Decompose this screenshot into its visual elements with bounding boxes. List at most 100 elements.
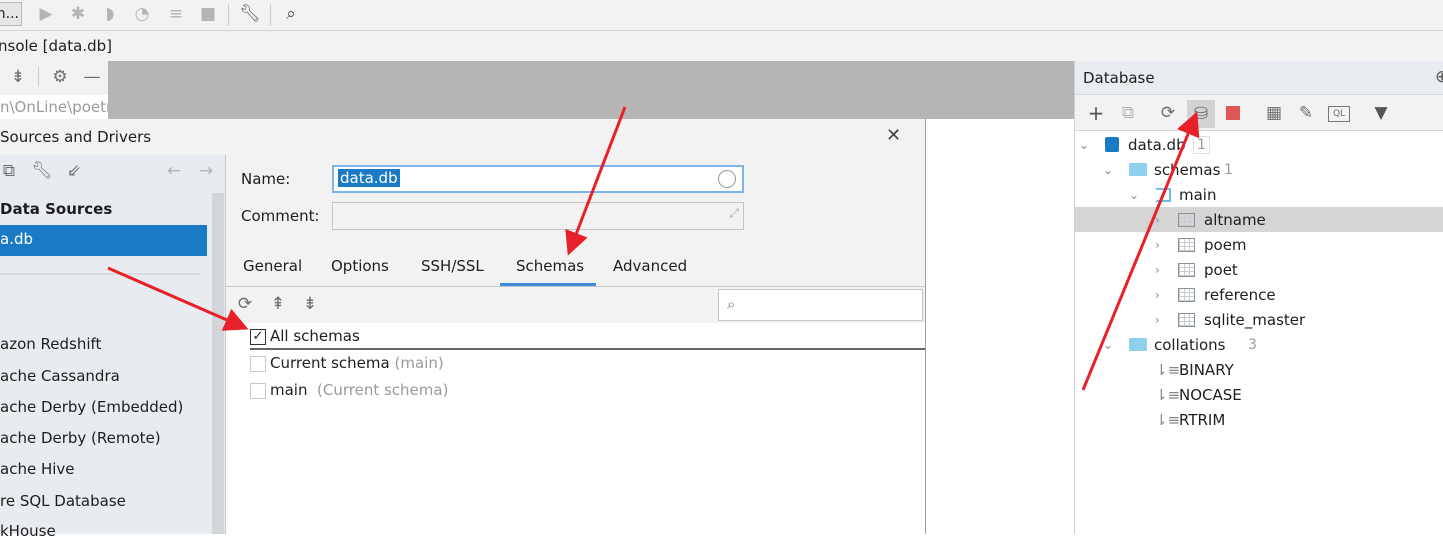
- expand-all-icon[interactable]: ⇞: [268, 294, 288, 314]
- tree-node-table[interactable]: › poem: [1075, 232, 1443, 257]
- stop-icon[interactable]: [1226, 106, 1240, 120]
- checkbox-checked[interactable]: ✓: [250, 328, 266, 345]
- driver-item[interactable]: ache Hive: [0, 460, 75, 478]
- schema-item-all[interactable]: ✓ All schemas: [250, 327, 360, 345]
- minimize-icon[interactable]: —: [82, 67, 102, 87]
- run-list-icon[interactable]: ≡: [166, 3, 186, 25]
- run-config-button[interactable]: n...: [0, 2, 22, 26]
- expand-icon[interactable]: ⤢: [729, 206, 739, 221]
- refresh-icon[interactable]: ⟳: [235, 294, 255, 314]
- table-icon: [1178, 237, 1195, 252]
- driver-item[interactable]: ache Cassandra: [0, 367, 120, 385]
- driver-item[interactable]: ache Derby (Embedded): [0, 398, 183, 416]
- close-icon[interactable]: ✕: [886, 125, 901, 146]
- schema-label: All schemas: [270, 327, 360, 345]
- table-icon: [1178, 212, 1195, 227]
- checkbox[interactable]: [250, 355, 266, 372]
- driver-item[interactable]: ache Derby (Remote): [0, 429, 161, 447]
- tab-advanced[interactable]: Advanced: [613, 257, 687, 275]
- copy-icon[interactable]: ⧉: [0, 161, 18, 181]
- run-icon[interactable]: ▶: [36, 3, 56, 25]
- search-icon[interactable]: ⌕: [280, 3, 302, 25]
- tree-node-table[interactable]: › sqlite_master: [1075, 307, 1443, 332]
- import-icon[interactable]: ⇙: [64, 161, 84, 181]
- schema-icon: [1155, 187, 1171, 202]
- tree-node-collation[interactable]: ⇂≡ NOCASE: [1075, 382, 1443, 407]
- node-label: reference: [1204, 285, 1276, 304]
- tree-node-table[interactable]: › poet: [1075, 257, 1443, 282]
- collapse-all-icon[interactable]: ⇟: [300, 294, 320, 314]
- node-label: schemas: [1154, 160, 1221, 179]
- debug-icon[interactable]: ✱: [68, 3, 88, 25]
- selection-underline: [250, 348, 925, 350]
- dialog-title: Sources and Drivers: [0, 128, 152, 146]
- node-count: 3: [1248, 336, 1257, 353]
- table-icon: [1178, 312, 1195, 327]
- coverage-icon[interactable]: ◗: [100, 3, 120, 25]
- table-icon: [1178, 262, 1195, 277]
- comment-field[interactable]: ⤢: [332, 202, 744, 230]
- table-icon[interactable]: ▦: [1263, 102, 1285, 124]
- services-panel: ⇟ ⚙ — n\OnLine\poetr: [0, 61, 108, 119]
- schema-hint: (main): [394, 354, 444, 372]
- filter-icon[interactable]: ▼: [1370, 102, 1392, 124]
- node-label: poet: [1204, 260, 1238, 279]
- forward-arrow-icon[interactable]: →: [196, 161, 216, 181]
- divider: [38, 67, 39, 87]
- data-sources-sidebar: ⧉ 🔧︎ ⇙ ← → Data Sources a.db azon Redshi…: [0, 155, 226, 540]
- wrench-icon[interactable]: 🔧︎: [31, 161, 53, 181]
- data-source-properties-icon[interactable]: ⛁: [1187, 100, 1215, 128]
- tree-node-collation[interactable]: ⇂≡ BINARY: [1075, 357, 1443, 382]
- data-sources-dialog: Sources and Drivers ✕ ⧉ 🔧︎ ⇙ ← → Data So…: [0, 119, 926, 540]
- path-text: n\OnLine\poetr: [0, 95, 108, 119]
- tab-ssh-ssl[interactable]: SSH/SSL: [421, 257, 484, 275]
- tree-node-collations[interactable]: ⌄ collations 3: [1075, 332, 1443, 357]
- name-value: data.db: [338, 169, 400, 187]
- section-header: Data Sources: [0, 200, 113, 218]
- driver-item[interactable]: kHouse: [0, 522, 56, 540]
- add-icon[interactable]: +: [1085, 101, 1107, 125]
- schema-label: Current schema: [270, 354, 390, 372]
- tab-schemas[interactable]: Schemas: [516, 257, 584, 275]
- name-label: Name:: [241, 170, 291, 188]
- tab-general[interactable]: General: [243, 257, 302, 275]
- name-field[interactable]: data.db: [332, 165, 744, 193]
- scrollbar[interactable]: [212, 193, 224, 534]
- copy-icon[interactable]: ⧉: [1117, 102, 1139, 124]
- driver-item[interactable]: re SQL Database: [0, 492, 126, 510]
- tree-node-table[interactable]: › reference: [1075, 282, 1443, 307]
- table-icon: [1178, 287, 1195, 302]
- gear-icon[interactable]: ⚙: [50, 67, 70, 87]
- schema-item-main[interactable]: main (Current schema): [250, 381, 448, 399]
- node-label: BINARY: [1179, 360, 1234, 379]
- tab-options[interactable]: Options: [331, 257, 389, 275]
- node-label: main: [1179, 185, 1217, 204]
- checkbox[interactable]: [250, 382, 266, 399]
- edit-icon[interactable]: ✎: [1295, 102, 1317, 124]
- schema-hint: (Current schema): [317, 381, 449, 399]
- tree-node-main[interactable]: ⌄ main: [1075, 182, 1443, 207]
- refresh-icon[interactable]: ⟳: [1157, 102, 1179, 124]
- tree-node-schemas[interactable]: ⌄ schemas 1: [1075, 157, 1443, 182]
- data-source-item[interactable]: a.db: [0, 225, 207, 256]
- collation-icon: ⇂≡: [1155, 360, 1181, 379]
- stop-icon[interactable]: ■: [198, 3, 218, 25]
- node-label: NOCASE: [1179, 385, 1242, 404]
- query-console-icon[interactable]: QL: [1328, 106, 1350, 122]
- tree-node-table[interactable]: › altname: [1075, 207, 1443, 232]
- back-arrow-icon[interactable]: ←: [164, 161, 184, 181]
- node-label: altname: [1204, 210, 1266, 229]
- schema-item-current[interactable]: Current schema (main): [250, 354, 444, 372]
- node-label: RTRIM: [1179, 410, 1226, 429]
- color-picker-icon[interactable]: [718, 170, 736, 188]
- settings-icon[interactable]: ⊕: [1435, 67, 1443, 87]
- wrench-icon[interactable]: 🔧︎: [239, 3, 261, 25]
- search-input[interactable]: ⌕: [718, 289, 923, 321]
- driver-item[interactable]: azon Redshift: [0, 335, 101, 353]
- tree-node-data-db[interactable]: ⌄ data.db 1: [1075, 132, 1443, 157]
- divider: [226, 286, 925, 287]
- profile-icon[interactable]: ◔: [132, 3, 152, 25]
- modal-backdrop: [108, 61, 1074, 119]
- collapse-all-icon[interactable]: ⇟: [8, 67, 28, 87]
- tree-node-collation[interactable]: ⇂≡ RTRIM: [1075, 407, 1443, 432]
